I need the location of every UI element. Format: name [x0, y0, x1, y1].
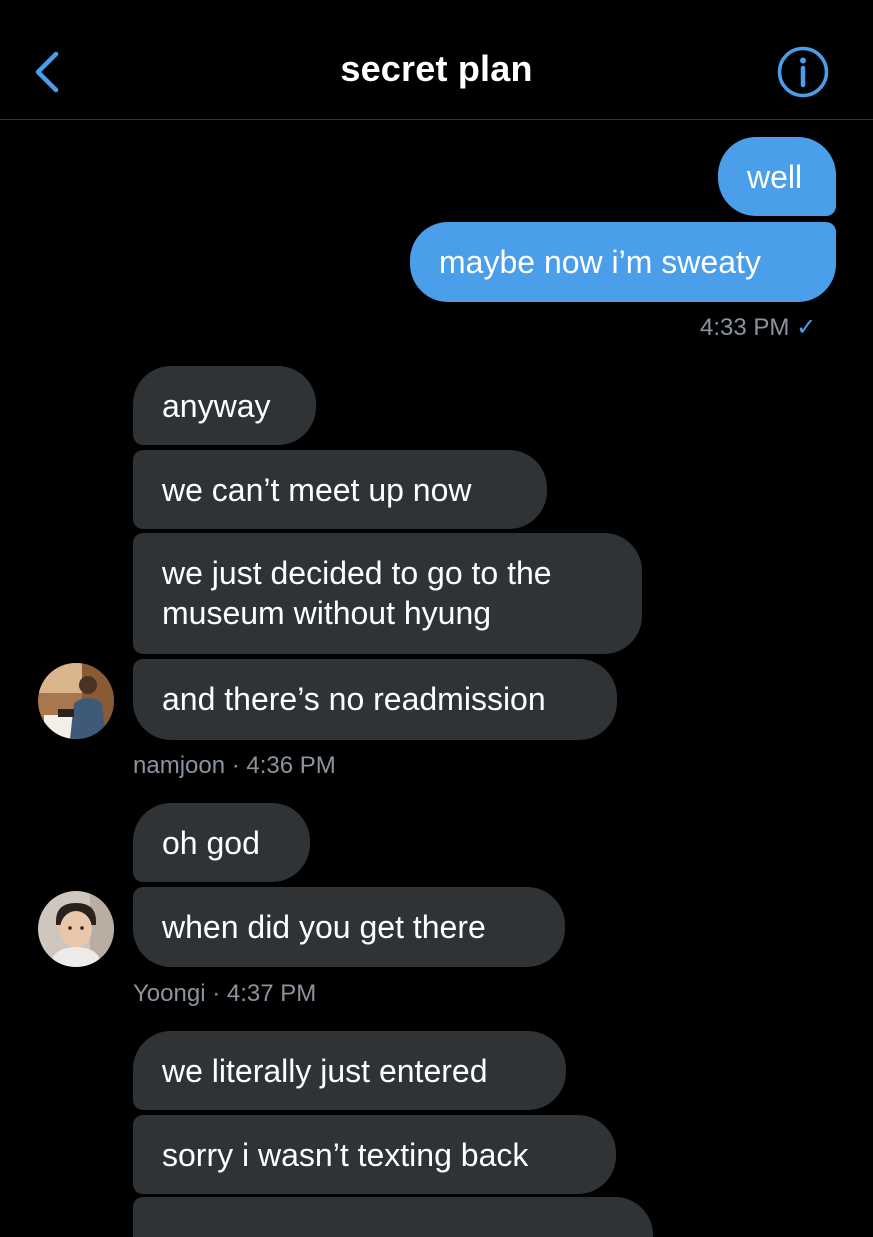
incoming-message-bubble[interactable]: oh god — [133, 803, 310, 882]
conversation-header: secret plan — [0, 0, 873, 120]
incoming-message-bubble[interactable]: and there’s no readmission — [133, 659, 617, 740]
checkmark-icon: ✓ — [796, 314, 817, 341]
incoming-message-bubble[interactable]: we can’t meet up now — [133, 450, 547, 529]
incoming-message-bubble[interactable]: we just decided to go to the museum with… — [133, 533, 642, 654]
sender-name-timestamp: namjoon · 4:36 PM — [133, 752, 336, 779]
outgoing-message-bubble[interactable]: well — [718, 137, 836, 216]
conversation-title: secret plan — [340, 48, 533, 89]
person-photo-icon — [38, 891, 114, 967]
incoming-message-bubble[interactable]: when did you get there — [133, 887, 565, 967]
incoming-message-bubble[interactable]: we literally just entered — [133, 1031, 566, 1110]
avatar[interactable] — [38, 891, 114, 967]
timestamp-text: 4:33 PM — [700, 314, 790, 341]
info-button[interactable] — [776, 45, 830, 99]
person-photo-icon — [38, 663, 114, 739]
outgoing-timestamp: 4:33 PM ✓ — [700, 314, 840, 342]
sender-name-timestamp: Yoongi · 4:37 PM — [133, 980, 317, 1007]
info-circle-icon — [777, 46, 829, 98]
outgoing-message-bubble[interactable]: maybe now i’m sweaty — [410, 222, 836, 302]
incoming-message-bubble[interactable]: sorry i wasn’t texting back — [133, 1115, 616, 1194]
avatar[interactable] — [38, 663, 114, 739]
incoming-message-bubble-partial[interactable] — [133, 1197, 653, 1237]
incoming-message-bubble[interactable]: anyway — [133, 366, 316, 445]
